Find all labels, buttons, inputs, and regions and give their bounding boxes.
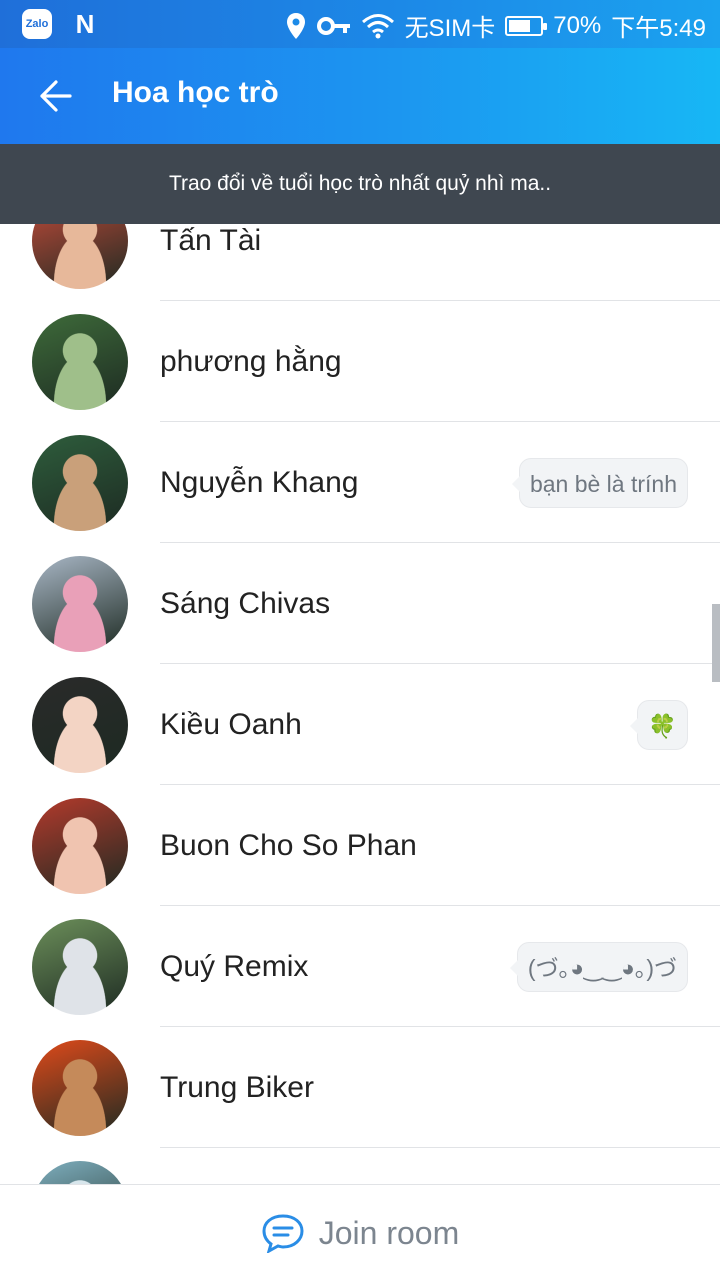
status-bubble: 🍀: [630, 700, 688, 750]
room-description-banner: Trao đổi về tuổi học trò nhất quỷ nhì ma…: [0, 144, 720, 224]
vpn-key-icon: [316, 16, 350, 35]
arrow-left-icon: [40, 80, 72, 112]
member-row[interactable]: Nguyễn Khang bạn bè là trính: [0, 422, 720, 543]
wifi-icon: [361, 13, 394, 38]
member-name: Nguyễn Khang: [160, 466, 359, 499]
avatar[interactable]: [32, 1161, 128, 1184]
member-name: Buon Cho So Phan: [160, 829, 417, 862]
zalo-icon: Zalo: [22, 9, 52, 39]
room-description-text: Trao đổi về tuổi học trò nhất quỷ nhì ma…: [168, 172, 552, 195]
member-row[interactable]: Trung Biker: [0, 1027, 720, 1148]
avatar[interactable]: [32, 1040, 128, 1136]
join-room-label: Join room: [318, 1214, 460, 1251]
location-icon: [286, 12, 305, 39]
battery-icon: [505, 15, 548, 36]
avatar[interactable]: [32, 556, 128, 652]
member-row[interactable]: Sáng Chivas: [0, 543, 720, 664]
member-name: phương hằng: [160, 345, 342, 378]
chat-bubble-icon: [262, 1214, 304, 1253]
member-row[interactable]: phương hằng: [0, 301, 720, 422]
status-bubble: bạn bè là trính: [511, 458, 688, 508]
avatar[interactable]: [32, 224, 128, 289]
member-row[interactable]: Quý Remix (づ｡◕‿‿◕｡)づ: [0, 906, 720, 1027]
clock: 下午5:49: [611, 15, 706, 42]
member-name: Sáng Chivas: [160, 587, 331, 620]
member-name: Kiều Oanh: [160, 708, 302, 741]
avatar[interactable]: [32, 314, 128, 410]
member-row[interactable]: Tấn Tài: [0, 224, 720, 301]
member-name: Tấn Tài: [160, 224, 262, 257]
status-bar: Zalo N 无SIM卡 70% 下午5:49: [0, 0, 720, 48]
avatar[interactable]: [32, 798, 128, 894]
member-list[interactable]: Tấn Tài phương hằng Nguyễn Khang bạn bè là …: [0, 224, 720, 1184]
n-notification-icon: N: [75, 8, 95, 39]
status-bubble: (づ｡◕‿‿◕｡)づ: [509, 942, 688, 992]
battery-percent: 70%: [553, 11, 602, 39]
back-button[interactable]: [30, 74, 78, 118]
join-room-button[interactable]: Join room: [0, 1184, 720, 1281]
avatar[interactable]: [32, 677, 128, 773]
avatar[interactable]: [32, 919, 128, 1015]
member-name: Trung Biker: [160, 1071, 314, 1104]
member-row[interactable]: Kiều Oanh 🍀: [0, 664, 720, 785]
avatar[interactable]: [32, 435, 128, 531]
member-name: Quý Remix: [160, 950, 309, 983]
sim-status: 无SIM卡: [404, 15, 496, 42]
app-bar: Hoa học trò: [0, 48, 720, 144]
member-row[interactable]: Buon Cho So Phan: [0, 785, 720, 906]
member-row[interactable]: [0, 1148, 720, 1184]
scrollbar[interactable]: [712, 604, 720, 682]
page-title: Hoa học trò: [112, 76, 279, 109]
